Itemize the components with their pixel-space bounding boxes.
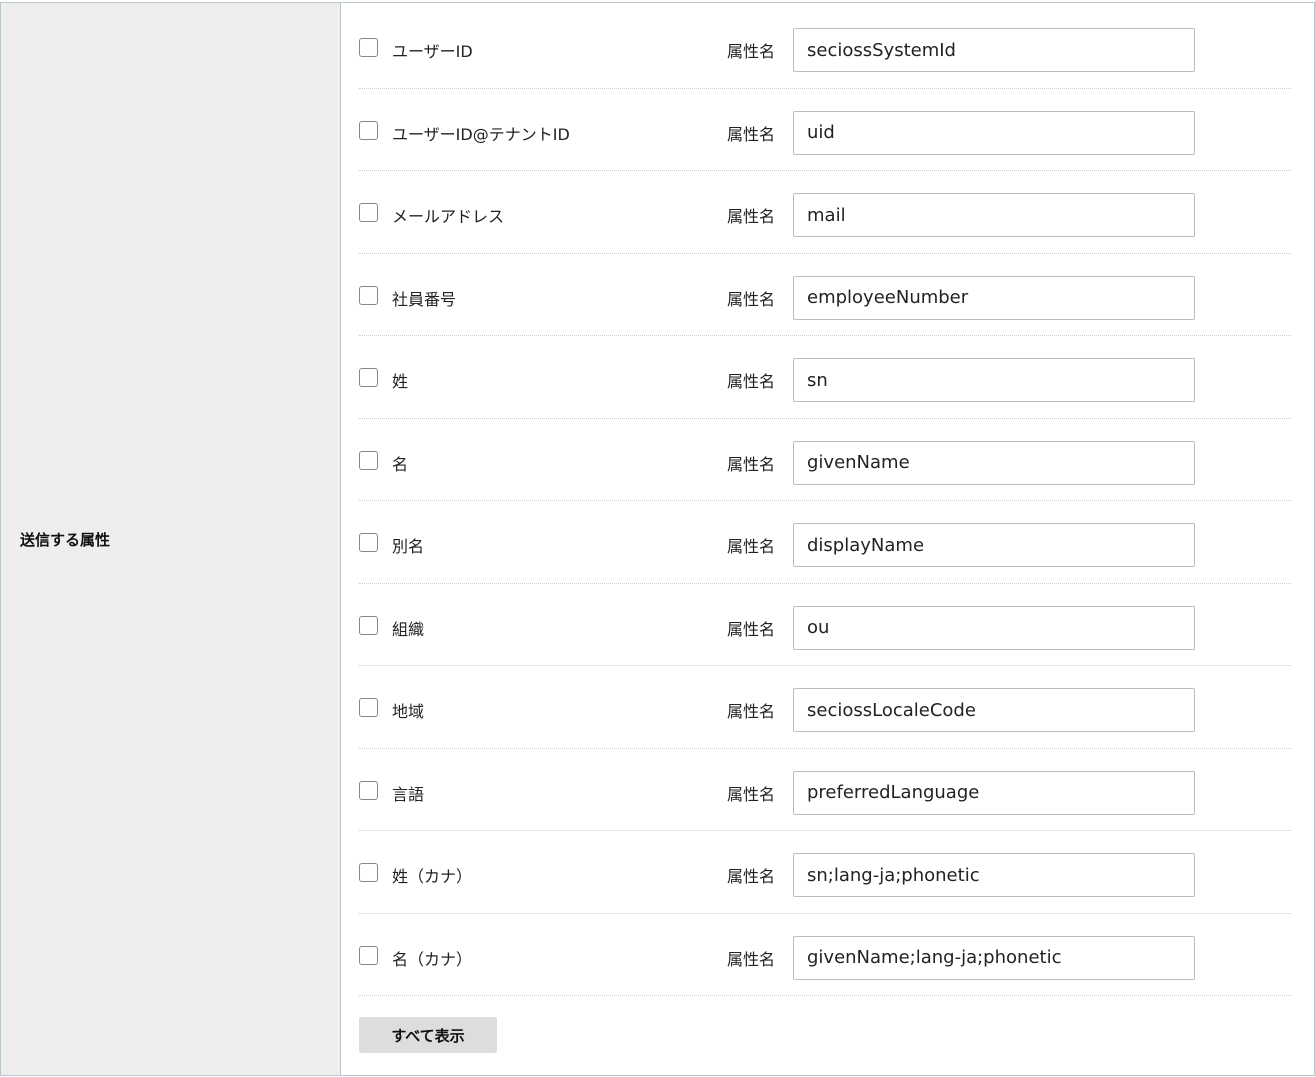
attribute-name-input[interactable] bbox=[793, 110, 1195, 155]
attribute-label: 言語 bbox=[392, 784, 425, 804]
attribute-label: 姓（カナ） bbox=[392, 867, 473, 886]
attribute-label: 地域 bbox=[392, 702, 425, 721]
attribute-row: 別名 属性名 bbox=[359, 501, 1291, 584]
attribute-label: 社員番号 bbox=[392, 289, 457, 309]
attribute-name-caption: 属性名 bbox=[727, 949, 776, 969]
attribute-checkbox[interactable] bbox=[359, 533, 378, 552]
attribute-rows: ユーザーID 属性名 ユーザーID@テナントID 属性名 メールアドレス 属性名… bbox=[359, 6, 1291, 996]
attribute-name-caption: 属性名 bbox=[727, 124, 776, 144]
show-all-button[interactable]: すべて表示 bbox=[359, 1017, 497, 1053]
attribute-name-caption: 属性名 bbox=[727, 784, 776, 804]
attribute-checkbox[interactable] bbox=[359, 285, 378, 305]
attribute-name-caption: 属性名 bbox=[727, 537, 776, 556]
attribute-label: メールアドレス bbox=[392, 207, 505, 226]
attribute-name-caption: 属性名 bbox=[727, 867, 776, 886]
attribute-name-input[interactable] bbox=[793, 358, 1195, 402]
attribute-name-caption: 属性名 bbox=[727, 619, 776, 639]
attribute-checkbox[interactable] bbox=[359, 38, 378, 57]
section-label-cell: 送信する属性 bbox=[1, 3, 341, 1075]
attribute-name-caption: 属性名 bbox=[727, 207, 776, 226]
attribute-label: 名（カナ） bbox=[392, 949, 473, 969]
attribute-checkbox[interactable] bbox=[359, 615, 378, 635]
attribute-row: ユーザーID 属性名 bbox=[359, 6, 1291, 89]
attribute-checkbox[interactable] bbox=[359, 945, 378, 965]
attribute-checkbox[interactable] bbox=[359, 368, 378, 387]
attribute-name-caption: 属性名 bbox=[727, 289, 776, 309]
attribute-label: ユーザーID bbox=[392, 42, 473, 61]
attribute-settings-table: 送信する属性 ユーザーID 属性名 ユーザーID@テナントID 属性名 メールア… bbox=[0, 2, 1315, 1076]
attribute-name-input[interactable] bbox=[793, 523, 1195, 567]
attribute-label: 名 bbox=[392, 454, 409, 474]
attribute-label: 別名 bbox=[392, 537, 425, 556]
attribute-name-input[interactable] bbox=[793, 275, 1195, 320]
attribute-checkbox[interactable] bbox=[359, 203, 378, 222]
attribute-name-caption: 属性名 bbox=[727, 372, 776, 391]
attribute-row: 名 属性名 bbox=[359, 419, 1291, 501]
attribute-row: 組織 属性名 bbox=[359, 584, 1291, 666]
attribute-list-cell: ユーザーID 属性名 ユーザーID@テナントID 属性名 メールアドレス 属性名… bbox=[341, 3, 1314, 1075]
attribute-label: 姓 bbox=[392, 372, 409, 391]
attribute-name-input[interactable] bbox=[793, 688, 1195, 732]
attribute-checkbox[interactable] bbox=[359, 780, 378, 800]
attribute-name-input[interactable] bbox=[793, 193, 1195, 237]
attribute-label: ユーザーID@テナントID bbox=[392, 124, 570, 144]
attribute-name-input[interactable] bbox=[793, 770, 1195, 815]
attribute-label: 組織 bbox=[392, 619, 425, 639]
attribute-row: 言語 属性名 bbox=[359, 749, 1291, 831]
attribute-name-caption: 属性名 bbox=[727, 702, 776, 721]
attribute-name-caption: 属性名 bbox=[727, 454, 776, 474]
attribute-row: 姓 属性名 bbox=[359, 336, 1291, 419]
attribute-name-input[interactable] bbox=[793, 440, 1195, 485]
attribute-row: ユーザーID@テナントID 属性名 bbox=[359, 89, 1291, 171]
attribute-checkbox[interactable] bbox=[359, 120, 378, 140]
attribute-name-caption: 属性名 bbox=[727, 42, 776, 61]
attribute-name-input[interactable] bbox=[793, 605, 1195, 650]
attribute-row: 社員番号 属性名 bbox=[359, 254, 1291, 336]
attribute-name-input[interactable] bbox=[793, 28, 1195, 72]
attribute-checkbox[interactable] bbox=[359, 698, 378, 717]
attribute-row: 名（カナ） 属性名 bbox=[359, 914, 1291, 996]
attribute-checkbox[interactable] bbox=[359, 863, 378, 882]
attribute-row: 地域 属性名 bbox=[359, 666, 1291, 749]
section-label: 送信する属性 bbox=[20, 530, 111, 549]
attribute-name-input[interactable] bbox=[793, 935, 1195, 980]
attribute-row: メールアドレス 属性名 bbox=[359, 171, 1291, 254]
attribute-name-input[interactable] bbox=[793, 853, 1195, 897]
attribute-row: 姓（カナ） 属性名 bbox=[359, 831, 1291, 914]
attribute-checkbox[interactable] bbox=[359, 450, 378, 470]
